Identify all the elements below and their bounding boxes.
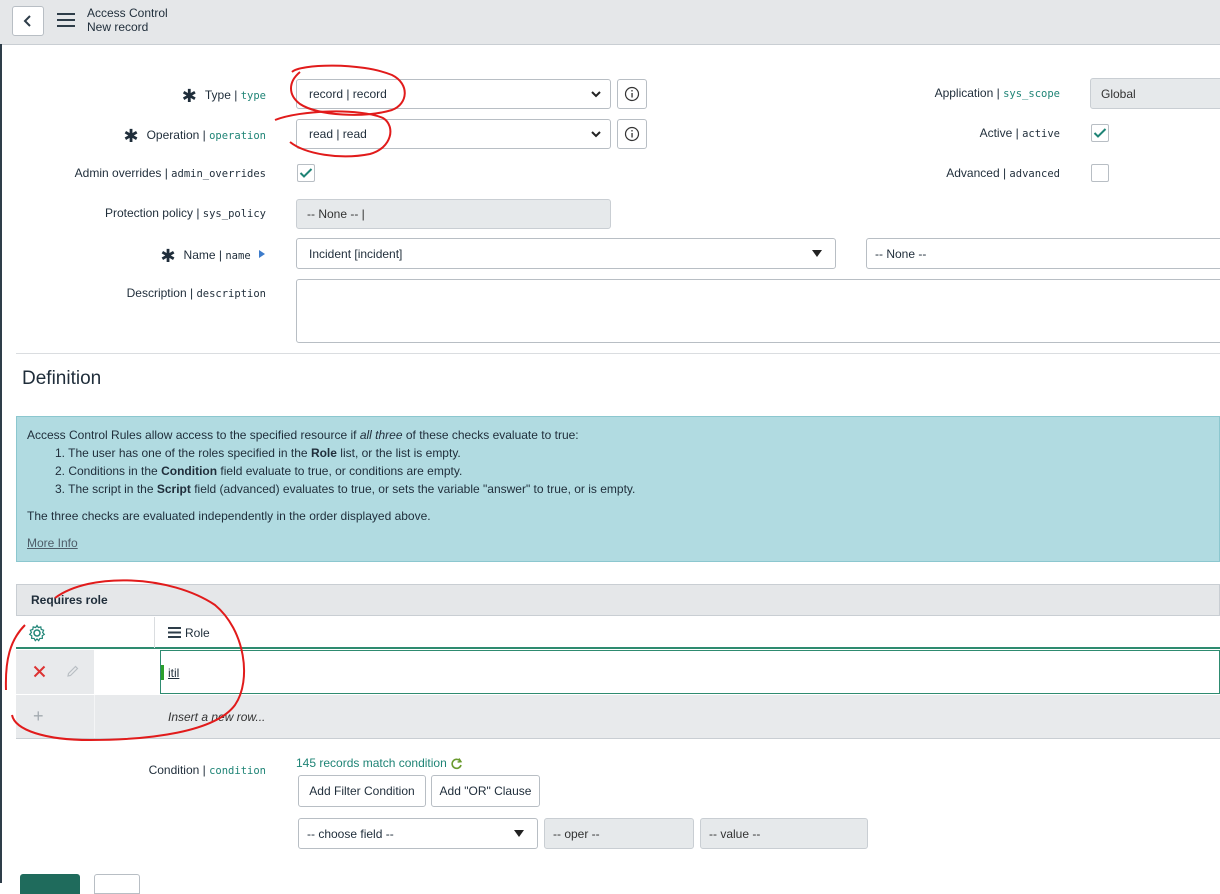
admin-overrides-label: Admin overrides | admin_overrides — [74, 166, 266, 180]
definition-intro: Access Control Rules allow access to the… — [27, 428, 579, 442]
condition-label: Condition | condition — [148, 763, 266, 777]
type-select[interactable]: record | record — [296, 79, 611, 109]
requires-role-header: Requires role — [16, 584, 1220, 616]
operator-select[interactable]: -- oper -- — [544, 818, 694, 849]
name-label: ✱ Name | name — [160, 246, 266, 267]
more-info-link[interactable]: More Info — [27, 536, 78, 550]
insert-row-placeholder[interactable]: Insert a new row... — [168, 710, 265, 724]
application-label: Application | sys_scope — [934, 86, 1060, 100]
operation-label: ✱ Operation | operation — [123, 126, 267, 146]
list-menu-icon[interactable] — [168, 627, 181, 638]
left-border — [0, 44, 2, 883]
name-field-value: -- None -- — [875, 246, 927, 261]
page-subtitle: New record — [87, 20, 149, 34]
operation-value: read | read — [309, 127, 367, 141]
type-label: ✱ Type | type — [181, 86, 266, 106]
definition-note: The three checks are evaluated independe… — [27, 509, 431, 523]
back-button[interactable] — [12, 6, 44, 36]
definition-info-box: Access Control Rules allow access to the… — [16, 416, 1220, 562]
chevron-down-icon — [591, 131, 601, 138]
application-field: Global — [1090, 78, 1220, 109]
chevron-left-icon — [23, 15, 31, 27]
mandatory-icon: ✱ — [181, 86, 197, 106]
add-icon[interactable]: + — [33, 706, 44, 727]
pencil-icon[interactable] — [66, 665, 79, 678]
info-icon — [624, 126, 640, 142]
gear-icon[interactable] — [28, 624, 46, 642]
name-table-select[interactable]: Incident [incident] — [296, 238, 836, 269]
requires-role-column-header: Role — [16, 617, 1220, 649]
info-icon — [624, 86, 640, 102]
submit-button[interactable] — [20, 874, 80, 894]
mandatory-icon: ✱ — [123, 126, 139, 146]
description-textarea[interactable] — [296, 279, 1220, 343]
role-column-label[interactable]: Role — [185, 626, 210, 640]
advanced-checkbox[interactable] — [1091, 164, 1109, 182]
delete-x-icon[interactable] — [33, 665, 46, 678]
secondary-button[interactable] — [94, 874, 140, 894]
checkmark-icon — [1093, 128, 1107, 138]
row-actions — [16, 650, 94, 694]
insert-row[interactable]: + Insert a new row... — [16, 695, 1220, 739]
type-value: record | record — [309, 87, 387, 101]
add-filter-condition-button[interactable]: Add Filter Condition — [298, 775, 426, 807]
description-label: Description | description — [126, 286, 266, 300]
operation-info-button[interactable] — [617, 119, 647, 149]
operation-select[interactable]: read | read — [296, 119, 611, 149]
checkmark-icon — [299, 168, 313, 178]
name-value: Incident [incident] — [309, 246, 403, 261]
active-checkbox[interactable] — [1091, 124, 1109, 142]
advanced-label: Advanced | advanced — [946, 166, 1060, 180]
expand-triangle-icon[interactable] — [258, 249, 266, 259]
definition-item-2: 2. Conditions in the Condition field eva… — [55, 464, 463, 478]
role-value[interactable]: itil — [168, 666, 179, 680]
protection-policy-field: -- None -- | — [296, 199, 611, 229]
mandatory-indicator — [161, 665, 164, 680]
refresh-icon[interactable] — [450, 757, 463, 770]
protection-policy-label: Protection policy | sys_policy — [104, 206, 266, 220]
table-row: itil — [16, 650, 1220, 694]
value-field[interactable]: -- value -- — [700, 818, 868, 849]
definition-item-1: 1. The user has one of the roles specifi… — [55, 446, 461, 460]
choose-field-value: -- choose field -- — [307, 826, 394, 841]
active-label: Active | active — [979, 126, 1060, 140]
name-field-select[interactable]: -- None -- — [866, 238, 1220, 269]
records-match-link[interactable]: 145 records match condition — [296, 756, 463, 770]
type-info-button[interactable] — [617, 79, 647, 109]
choose-field-select[interactable]: -- choose field -- — [298, 818, 538, 849]
add-or-clause-button[interactable]: Add "OR" Clause — [431, 775, 540, 807]
caret-down-icon — [514, 830, 524, 837]
page-title: Access Control — [87, 6, 168, 20]
role-cell[interactable]: itil — [160, 650, 1220, 694]
chevron-down-icon — [591, 91, 601, 98]
menu-icon[interactable] — [57, 13, 75, 27]
section-divider — [16, 353, 1220, 354]
form-header: Access Control New record — [0, 0, 1220, 45]
definition-item-3: 3. The script in the Script field (advan… — [55, 482, 636, 496]
admin-overrides-checkbox[interactable] — [297, 164, 315, 182]
definition-section-title: Definition — [22, 368, 102, 389]
mandatory-icon: ✱ — [160, 246, 176, 266]
caret-down-icon — [812, 250, 822, 257]
